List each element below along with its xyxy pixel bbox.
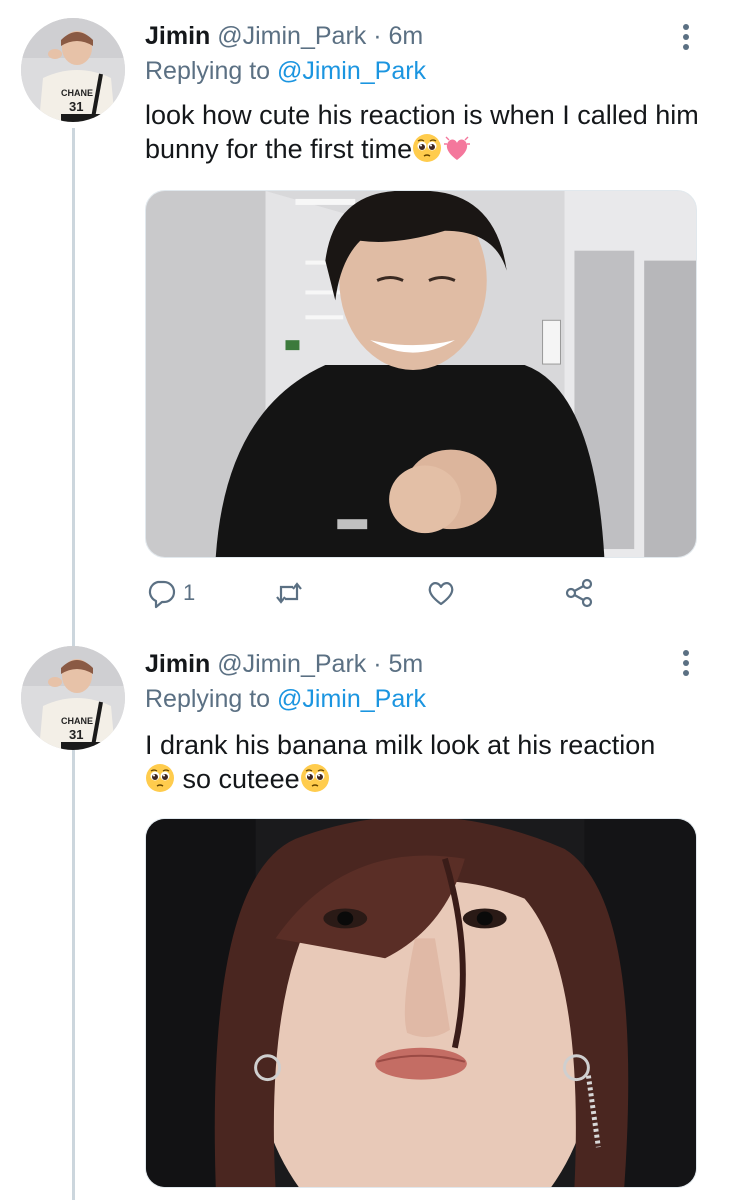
tweet-text-body: I drank his banana milk look at his reac… bbox=[145, 730, 656, 760]
tweet-text-tail: so cuteee bbox=[182, 764, 300, 794]
avatar-image: CHANE 31 bbox=[21, 646, 125, 750]
reply-button[interactable]: 1 bbox=[145, 576, 195, 610]
growing-heart-emoji bbox=[444, 136, 471, 160]
tweet[interactable]: CHANE 31 Jimin @Jimin_Park · 5m Replying… bbox=[0, 630, 738, 1200]
replying-label: Replying to bbox=[145, 685, 271, 713]
author-name[interactable]: Jimin bbox=[145, 650, 210, 678]
replying-to-line: Replying to @Jimin_Park bbox=[145, 683, 426, 715]
reply-icon bbox=[148, 580, 176, 609]
tweet-photo[interactable] bbox=[145, 190, 697, 558]
retweet-button[interactable] bbox=[273, 576, 305, 610]
replying-to-line: Replying to @Jimin_Park bbox=[145, 55, 426, 87]
tweet-photo[interactable] bbox=[145, 818, 697, 1188]
photo-closeup-face bbox=[146, 819, 696, 1187]
author-handle[interactable]: @Jimin_Park bbox=[217, 22, 366, 50]
tweet-actions: 1 bbox=[145, 576, 615, 610]
pleading-face-emoji bbox=[300, 764, 329, 792]
tweet-header: Jimin @Jimin_Park · 6m bbox=[145, 20, 423, 52]
reply-count: 1 bbox=[183, 580, 196, 605]
timestamp[interactable]: 5m bbox=[389, 650, 424, 678]
avatar[interactable]: CHANE 31 bbox=[21, 18, 125, 122]
replying-label: Replying to bbox=[145, 57, 271, 85]
photo-smiling-man-in-hallway bbox=[146, 191, 696, 557]
pleading-face-emoji bbox=[413, 134, 442, 162]
share-icon bbox=[565, 578, 593, 608]
avatar[interactable]: CHANE 31 bbox=[21, 646, 125, 750]
retweet-icon bbox=[276, 582, 302, 604]
separator-dot: · bbox=[373, 22, 382, 50]
svg-text:31: 31 bbox=[69, 99, 83, 114]
tweet-text: I drank his banana milk look at his reac… bbox=[145, 728, 715, 796]
replying-to-handle[interactable]: @Jimin_Park bbox=[277, 685, 426, 713]
replying-to-handle[interactable]: @Jimin_Park bbox=[277, 57, 426, 85]
tweet[interactable]: CHANE 31 Jimin @Jimin_Park · 6m Replying… bbox=[0, 0, 738, 630]
more-options-icon[interactable] bbox=[682, 24, 690, 52]
avatar-image: CHANE 31 bbox=[21, 18, 125, 122]
timestamp[interactable]: 6m bbox=[389, 22, 424, 50]
heart-icon bbox=[428, 582, 454, 606]
svg-text:CHANE: CHANE bbox=[61, 88, 93, 98]
tweet-header: Jimin @Jimin_Park · 5m bbox=[145, 648, 423, 680]
pleading-face-emoji bbox=[146, 764, 174, 792]
like-button[interactable] bbox=[425, 576, 457, 610]
separator-dot: · bbox=[373, 650, 382, 678]
author-name[interactable]: Jimin bbox=[145, 22, 210, 50]
tweet-text: look how cute his reaction is when I cal… bbox=[145, 98, 715, 166]
author-handle[interactable]: @Jimin_Park bbox=[217, 650, 366, 678]
svg-text:31: 31 bbox=[69, 727, 83, 742]
svg-text:CHANE: CHANE bbox=[61, 716, 93, 726]
share-button[interactable] bbox=[563, 576, 595, 610]
tweet-thread: CHANE 31 Jimin @Jimin_Park · 6m Replying… bbox=[0, 0, 738, 1200]
more-options-icon[interactable] bbox=[682, 650, 690, 678]
